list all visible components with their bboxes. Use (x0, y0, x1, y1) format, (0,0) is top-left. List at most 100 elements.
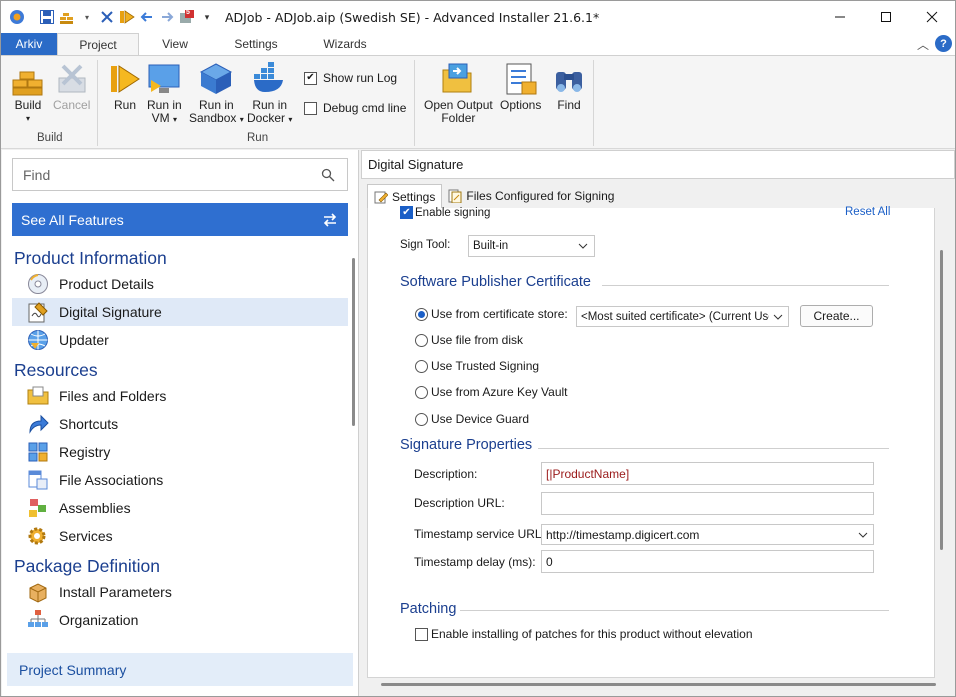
run-in-sandbox-button[interactable]: Run in Sandbox ▾ (189, 62, 244, 126)
sidebar-item-label: Product Details (59, 276, 154, 292)
run-in-docker-button[interactable]: Run in Docker ▾ (247, 62, 292, 126)
sidebar-item-registry[interactable]: Registry (12, 438, 348, 466)
radio-file-from-disk[interactable]: Use file from disk (415, 333, 523, 347)
radio-device-guard[interactable]: Use Device Guard (415, 412, 529, 426)
help-icon[interactable]: ? (935, 35, 952, 52)
reset-all-link[interactable]: Reset All (845, 206, 890, 218)
forward-icon[interactable] (159, 9, 175, 25)
sandbox-icon (200, 63, 233, 94)
build-label: Build (14, 98, 42, 112)
page-title: Digital Signature (361, 150, 955, 179)
maximize-button[interactable] (863, 1, 909, 33)
build-bricks-icon (12, 71, 43, 96)
sidebar-item-product-details[interactable]: Product Details (12, 270, 348, 298)
enable-patching-checkbox[interactable]: Enable installing of patches for this pr… (415, 627, 753, 641)
cancel-label: Cancel (53, 98, 91, 112)
tab-settings[interactable]: Settings (211, 33, 301, 55)
radio-certificate-store[interactable]: Use from certificate store: (415, 307, 568, 321)
radio-indicator (415, 359, 428, 373)
app-logo-icon[interactable] (9, 9, 25, 25)
radio-label: Use Trusted Signing (431, 359, 540, 373)
build-group-label: Build (37, 132, 63, 144)
tab-project[interactable]: Project (57, 33, 139, 55)
open-output-folder-button[interactable]: Open Output Folder (424, 62, 493, 125)
certificate-store-select[interactable]: <Most suited certificate> (Current User (576, 306, 789, 327)
enable-signing-checkbox[interactable]: ✔ Enable signing (400, 206, 490, 219)
run-in-vm-label-2: VM (151, 111, 170, 125)
description-field[interactable]: [|ProductName] (541, 462, 874, 485)
sidebar-item-services[interactable]: Services (12, 522, 348, 550)
content-horizontal-scrollbar[interactable] (381, 683, 936, 686)
gear-icon (28, 527, 46, 545)
find-button[interactable]: Find (552, 62, 586, 112)
radio-trusted-signing[interactable]: Use Trusted Signing (415, 359, 539, 373)
debug-cmd-line-checkbox[interactable]: Debug cmd line (304, 101, 406, 115)
see-all-features-button[interactable]: See All Features (12, 203, 348, 236)
tab-view[interactable]: View (139, 33, 211, 55)
sidebar-item-file-associations[interactable]: File Associations (12, 466, 348, 494)
collapse-ribbon-icon[interactable]: ︿ (917, 36, 929, 53)
options-button[interactable]: Options (500, 62, 541, 112)
save-icon[interactable] (39, 9, 55, 25)
show-run-log-checkbox[interactable]: ✔ Show run Log (304, 71, 397, 85)
run-in-vm-button[interactable]: Run in VM ▾ (147, 62, 182, 126)
options-icon (506, 63, 537, 95)
ribbon-separator (593, 60, 594, 146)
cancel-icon (58, 64, 86, 93)
content-vertical-scrollbar[interactable] (940, 250, 943, 550)
sidebar-item-files-and-folders[interactable]: Files and Folders (12, 382, 348, 410)
build-button[interactable]: Build ▾ (11, 62, 45, 125)
show-run-log-check-icon: ✔ (304, 71, 317, 85)
radio-label: Use file from disk (431, 333, 524, 347)
minimize-button[interactable] (817, 1, 863, 33)
registry-icon (28, 442, 48, 462)
radio-azure-key-vault[interactable]: Use from Azure Key Vault (415, 385, 568, 399)
run-in-sandbox-label-2: Sandbox (189, 111, 237, 125)
section-divider (460, 610, 889, 611)
sidebar-item-label: Updater (59, 332, 109, 348)
search-input[interactable]: Find (12, 158, 348, 191)
timestamp-delay-label: Timestamp delay (ms): (414, 555, 536, 569)
clean-icon[interactable] (99, 9, 115, 25)
sidebar-item-updater[interactable]: Updater (12, 326, 348, 354)
sidebar-item-organization[interactable]: Organization (12, 606, 348, 634)
sidebar-item-shortcuts[interactable]: Shortcuts (12, 410, 348, 438)
window-title: ADJob - ADJob.aip (Swedish SE) - Advance… (225, 9, 600, 25)
debug-cmd-line-label: Debug cmd line (323, 101, 407, 115)
back-icon[interactable] (139, 9, 155, 25)
certificate-icon (28, 302, 48, 323)
sidebar-item-digital-signature[interactable]: Digital Signature (12, 298, 348, 326)
sidebar-scrollbar[interactable] (352, 258, 355, 426)
radio-indicator (415, 412, 428, 426)
app-window: ▾ 5 ▾ ADJob - ADJob.aip (Swedish SE) - A… (0, 0, 956, 697)
timestamp-delay-field[interactable]: 0 (541, 550, 874, 573)
tab-wizards[interactable]: Wizards (301, 33, 389, 55)
sign-tool-select[interactable]: Built-in (468, 235, 595, 257)
run-icon[interactable] (119, 9, 135, 25)
description-url-label: Description URL: (414, 496, 505, 510)
options-label: Options (500, 98, 542, 112)
tab-files-configured-for-signing[interactable]: Files Configured for Signing (442, 184, 620, 208)
enable-patching-label: Enable installing of patches for this pr… (431, 627, 753, 641)
open-output-label-2: Folder (441, 111, 476, 125)
build-icon[interactable] (59, 9, 75, 25)
create-certificate-button[interactable]: Create... (800, 305, 873, 327)
sidebar-item-assemblies[interactable]: Assemblies (12, 494, 348, 522)
section-divider (538, 448, 889, 449)
project-summary-link[interactable]: Project Summary (7, 653, 353, 686)
sidebar-item-install-parameters[interactable]: Install Parameters (12, 578, 348, 606)
notifications-icon[interactable]: 5 (179, 9, 195, 25)
tab-arkiv[interactable]: Arkiv (1, 33, 57, 55)
run-button[interactable]: Run (108, 62, 142, 112)
notification-count: 5 (186, 9, 190, 16)
radio-label: Use from certificate store: (431, 307, 568, 321)
description-url-field[interactable] (541, 492, 874, 515)
timestamp-url-value: http://timestamp.digicert.com (546, 527, 700, 542)
tab-settings-page[interactable]: Settings (367, 184, 443, 208)
category-resources: Resources (14, 360, 98, 380)
radio-indicator (415, 385, 428, 399)
close-button[interactable] (909, 1, 955, 33)
ribbon-tabs: Arkiv Project View Settings Wizards ︿ ? (1, 33, 955, 55)
timestamp-url-combo[interactable]: http://timestamp.digicert.com (541, 524, 874, 545)
customize-qat-icon[interactable]: ▾ (199, 9, 215, 25)
